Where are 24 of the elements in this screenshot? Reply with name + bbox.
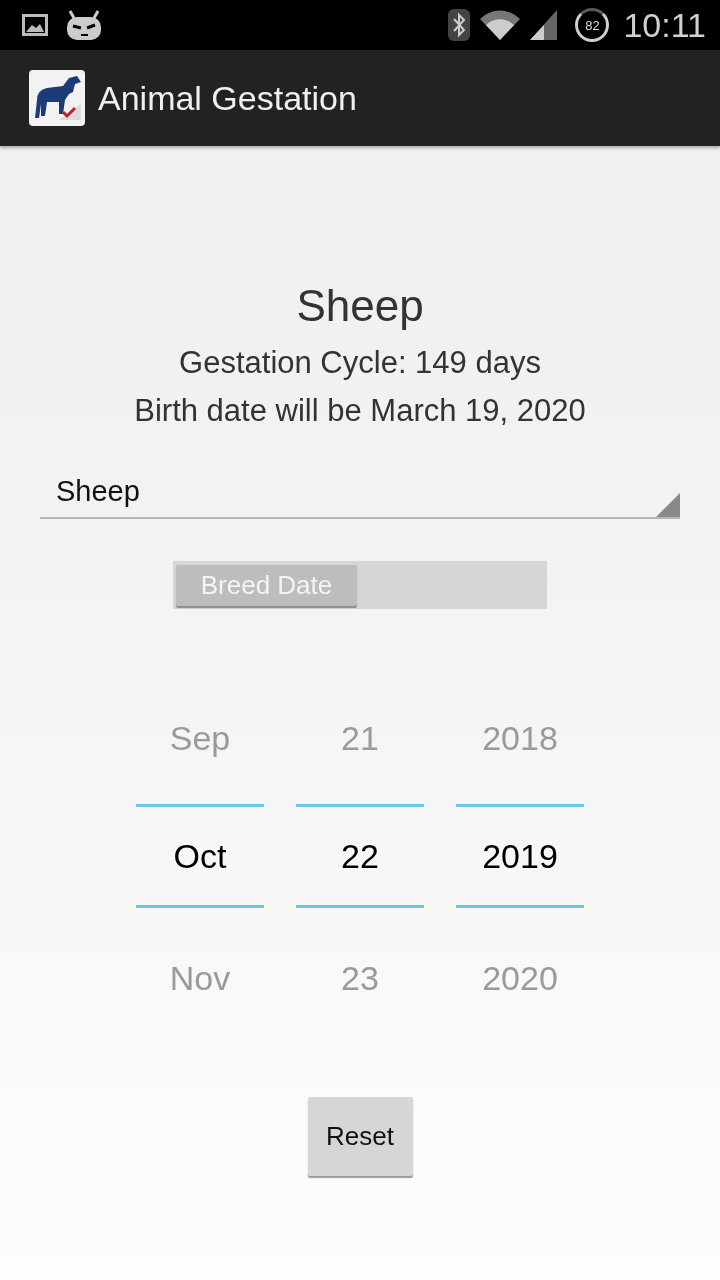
picker-value[interactable]: 23	[296, 908, 424, 1040]
horse-logo-icon[interactable]	[29, 70, 85, 126]
app-title: Animal Gestation	[98, 78, 357, 118]
picker-value[interactable]: 21	[296, 678, 424, 804]
wifi-icon	[480, 10, 521, 40]
picker-value[interactable]: 2018	[456, 678, 584, 804]
image-icon	[22, 14, 48, 36]
bluetooth-icon	[448, 9, 471, 41]
picker-value[interactable]: 2020	[456, 908, 584, 1040]
reset-button[interactable]: Reset	[307, 1097, 413, 1176]
robot-face-icon	[66, 9, 102, 41]
gestation-cycle-text: Gestation Cycle: 149 days	[179, 344, 541, 382]
picker-value[interactable]: 2019	[456, 804, 584, 908]
birth-date-text: Birth date will be March 19, 2020	[134, 392, 586, 430]
animal-dropdown[interactable]: Sheep	[40, 465, 680, 519]
dropdown-corner-icon	[656, 493, 680, 517]
picker-value[interactable]: Sep	[136, 678, 264, 804]
picker-value[interactable]: Oct	[136, 804, 264, 908]
picker-value[interactable]: Nov	[136, 908, 264, 1040]
clock-time: 10:11	[623, 5, 706, 45]
signal-icon	[530, 10, 558, 40]
animal-name: Sheep	[296, 280, 424, 332]
battery-percent: 82	[575, 8, 610, 42]
picker-value[interactable]: 22	[296, 804, 424, 908]
